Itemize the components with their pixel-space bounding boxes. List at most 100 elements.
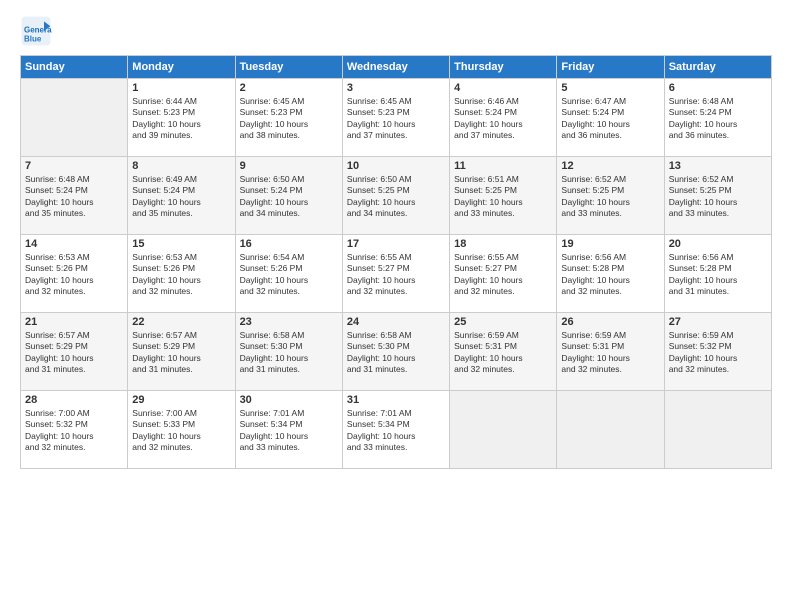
day-info: Sunrise: 6:59 AMSunset: 5:31 PMDaylight:… [561,330,659,376]
day-info: Sunrise: 6:53 AMSunset: 5:26 PMDaylight:… [25,252,123,298]
calendar-cell: 9 Sunrise: 6:50 AMSunset: 5:24 PMDaylight… [235,157,342,235]
day-info: Sunrise: 6:45 AMSunset: 5:23 PMDaylight:… [240,96,338,142]
day-number: 5 [561,82,659,94]
day-number: 18 [454,238,552,250]
day-info: Sunrise: 6:57 AMSunset: 5:29 PMDaylight:… [132,330,230,376]
day-info: Sunrise: 6:58 AMSunset: 5:30 PMDaylight:… [347,330,445,376]
calendar-cell: 4 Sunrise: 6:46 AMSunset: 5:24 PMDaylight… [450,79,557,157]
calendar-cell: 30Sunrise: 7:01 AMSunset: 5:34 PMDayligh… [235,391,342,469]
day-number: 27 [669,316,767,328]
day-number: 2 [240,82,338,94]
day-info: Sunrise: 6:48 AMSunset: 5:24 PMDaylight:… [25,174,123,220]
day-number: 28 [25,394,123,406]
day-info: Sunrise: 6:52 AMSunset: 5:25 PMDaylight:… [561,174,659,220]
calendar-cell: 6Sunrise: 6:48 AMSunset: 5:24 PMDaylight… [664,79,771,157]
calendar-cell: 12 Sunrise: 6:52 AMSunset: 5:25 PMDayligh… [557,157,664,235]
calendar-cell: 19Sunrise: 6:56 AMSunset: 5:28 PMDayligh… [557,235,664,313]
day-info: Sunrise: 6:58 AMSunset: 5:30 PMDaylight:… [240,330,338,376]
day-info: Sunrise: 6:46 AMSunset: 5:24 PMDaylight:… [454,96,552,142]
day-number: 15 [132,238,230,250]
day-number: 22 [132,316,230,328]
calendar-cell: 7 Sunrise: 6:48 AMSunset: 5:24 PMDaylight… [21,157,128,235]
day-number: 11 [454,160,552,172]
page: General Blue SundayMondayTuesdayWednesda… [0,0,792,612]
day-number: 7 [25,160,123,172]
calendar-cell: 3 Sunrise: 6:45 AMSunset: 5:23 PMDaylight… [342,79,449,157]
calendar-cell [664,391,771,469]
calendar-cell: 15 Sunrise: 6:53 AMSunset: 5:26 PMDayligh… [128,235,235,313]
day-number: 1 [132,82,230,94]
calendar-cell: 17 Sunrise: 6:55 AMSunset: 5:27 PMDayligh… [342,235,449,313]
day-info: Sunrise: 6:53 AMSunset: 5:26 PMDaylight:… [132,252,230,298]
calendar-table: SundayMondayTuesdayWednesdayThursdayFrid… [20,55,772,469]
day-info: Sunrise: 6:55 AMSunset: 5:27 PMDaylight:… [347,252,445,298]
day-info: Sunrise: 6:45 AMSunset: 5:23 PMDaylight:… [347,96,445,142]
weekday-header: Sunday [21,56,128,79]
day-info: Sunrise: 6:47 AMSunset: 5:24 PMDaylight:… [561,96,659,142]
day-number: 31 [347,394,445,406]
day-info: Sunrise: 6:50 AMSunset: 5:25 PMDaylight:… [347,174,445,220]
calendar-cell: 28 Sunrise: 7:00 AMSunset: 5:32 PMDayligh… [21,391,128,469]
calendar-cell: 2 Sunrise: 6:45 AMSunset: 5:23 PMDaylight… [235,79,342,157]
day-info: Sunrise: 6:59 AMSunset: 5:32 PMDaylight:… [669,330,767,376]
day-info: Sunrise: 6:56 AMSunset: 5:28 PMDaylight:… [669,252,767,298]
weekday-header: Monday [128,56,235,79]
calendar-cell: 8 Sunrise: 6:49 AMSunset: 5:24 PMDaylight… [128,157,235,235]
day-number: 23 [240,316,338,328]
day-info: Sunrise: 6:52 AMSunset: 5:25 PMDaylight:… [669,174,767,220]
day-number: 4 [454,82,552,94]
day-info: Sunrise: 6:55 AMSunset: 5:27 PMDaylight:… [454,252,552,298]
day-info: Sunrise: 6:59 AMSunset: 5:31 PMDaylight:… [454,330,552,376]
calendar-cell: 26 Sunrise: 6:59 AMSunset: 5:31 PMDayligh… [557,313,664,391]
weekday-header: Wednesday [342,56,449,79]
day-info: Sunrise: 7:01 AMSunset: 5:34 PMDaylight:… [240,408,338,454]
day-number: 8 [132,160,230,172]
calendar-cell: 25Sunrise: 6:59 AMSunset: 5:31 PMDayligh… [450,313,557,391]
day-number: 10 [347,160,445,172]
day-number: 26 [561,316,659,328]
day-number: 21 [25,316,123,328]
logo: General Blue [20,15,58,47]
day-number: 16 [240,238,338,250]
calendar-cell [21,79,128,157]
calendar-cell: 1Sunrise: 6:44 AMSunset: 5:23 PMDaylight… [128,79,235,157]
day-number: 19 [561,238,659,250]
calendar-cell [450,391,557,469]
day-number: 3 [347,82,445,94]
day-number: 24 [347,316,445,328]
day-number: 20 [669,238,767,250]
day-info: Sunrise: 6:57 AMSunset: 5:29 PMDaylight:… [25,330,123,376]
day-number: 9 [240,160,338,172]
calendar-cell: 24 Sunrise: 6:58 AMSunset: 5:30 PMDayligh… [342,313,449,391]
weekday-header: Thursday [450,56,557,79]
calendar-cell [557,391,664,469]
day-info: Sunrise: 7:00 AMSunset: 5:32 PMDaylight:… [25,408,123,454]
calendar-cell: 31 Sunrise: 7:01 AMSunset: 5:34 PMDayligh… [342,391,449,469]
calendar-cell: 27 Sunrise: 6:59 AMSunset: 5:32 PMDayligh… [664,313,771,391]
calendar-cell: 5 Sunrise: 6:47 AMSunset: 5:24 PMDaylight… [557,79,664,157]
day-info: Sunrise: 7:01 AMSunset: 5:34 PMDaylight:… [347,408,445,454]
calendar-cell: 14 Sunrise: 6:53 AMSunset: 5:26 PMDayligh… [21,235,128,313]
calendar-cell: 11 Sunrise: 6:51 AMSunset: 5:25 PMDayligh… [450,157,557,235]
calendar-cell: 18 Sunrise: 6:55 AMSunset: 5:27 PMDayligh… [450,235,557,313]
calendar-cell: 20 Sunrise: 6:56 AMSunset: 5:28 PMDayligh… [664,235,771,313]
day-number: 6 [669,82,767,94]
calendar-cell: 22 Sunrise: 6:57 AMSunset: 5:29 PMDayligh… [128,313,235,391]
weekday-header: Tuesday [235,56,342,79]
day-info: Sunrise: 6:49 AMSunset: 5:24 PMDaylight:… [132,174,230,220]
logo-icon: General Blue [20,15,52,47]
day-number: 14 [25,238,123,250]
header: General Blue [20,15,772,47]
day-number: 17 [347,238,445,250]
weekday-header: Saturday [664,56,771,79]
day-info: Sunrise: 6:54 AMSunset: 5:26 PMDaylight:… [240,252,338,298]
calendar-cell: 21 Sunrise: 6:57 AMSunset: 5:29 PMDayligh… [21,313,128,391]
calendar-cell: 16 Sunrise: 6:54 AMSunset: 5:26 PMDayligh… [235,235,342,313]
day-number: 13 [669,160,767,172]
day-number: 12 [561,160,659,172]
day-info: Sunrise: 6:50 AMSunset: 5:24 PMDaylight:… [240,174,338,220]
day-number: 29 [132,394,230,406]
day-info: Sunrise: 6:51 AMSunset: 5:25 PMDaylight:… [454,174,552,220]
weekday-header: Friday [557,56,664,79]
calendar-cell: 23 Sunrise: 6:58 AMSunset: 5:30 PMDayligh… [235,313,342,391]
